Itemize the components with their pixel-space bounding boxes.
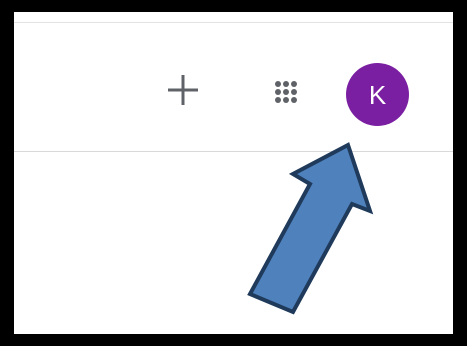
header-divider [14,151,453,152]
plus-icon [168,75,198,105]
google-apps-button[interactable] [266,72,306,112]
top-divider [14,22,453,23]
account-avatar[interactable]: K [346,63,409,126]
screenshot-frame: K [0,0,467,346]
apps-grid-icon [275,81,297,103]
add-button[interactable] [165,72,201,108]
